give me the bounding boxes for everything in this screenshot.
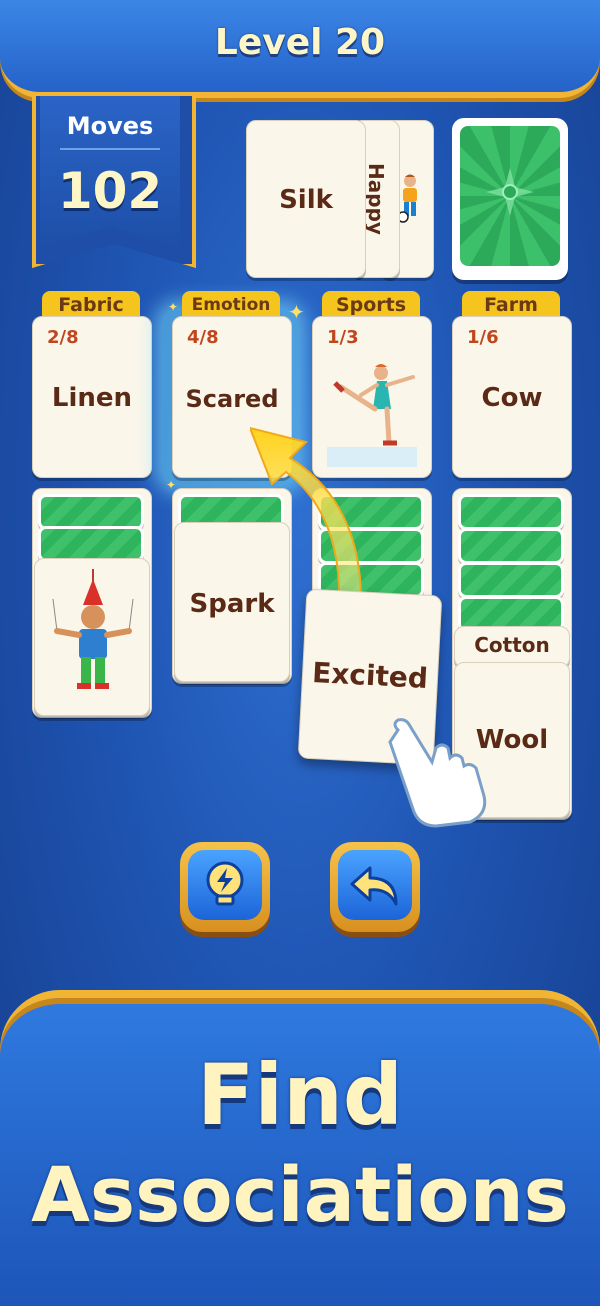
tableau-word: Cotton: [474, 633, 550, 657]
moves-counter: 102: [57, 162, 163, 220]
dragged-card-word: Excited: [311, 655, 429, 696]
sparkle-icon: ✦: [168, 300, 179, 314]
promo-banner: [0, 990, 600, 1306]
hint-bulb-icon: [206, 861, 244, 906]
category-tab-farm: Farm: [462, 291, 560, 317]
undo-button[interactable]: [330, 842, 420, 932]
card-back: [38, 526, 144, 562]
tableau-card-puppet[interactable]: [34, 558, 150, 716]
foundation-count: 4/8: [187, 327, 219, 348]
moves-label: Moves: [66, 112, 154, 140]
foundation-count: 2/8: [47, 327, 79, 348]
waste-top-word: Silk: [279, 185, 333, 215]
card-back: [458, 528, 564, 564]
compass-icon: [486, 168, 534, 216]
hand-pointer-icon: [388, 718, 487, 828]
card-back: [458, 494, 564, 530]
waste-card-rotated-word: Happy: [364, 163, 388, 235]
foundation-word: Linen: [51, 383, 133, 413]
category-tab-sports: Sports: [322, 291, 420, 317]
foundation-word: Cow: [481, 383, 543, 413]
card-back: [38, 494, 144, 530]
foundation-fabric[interactable]: 2/8 Linen: [32, 316, 152, 478]
foundation-count: 1/6: [467, 327, 499, 348]
waste-card-top[interactable]: Silk: [246, 120, 366, 278]
foundation-count: 1/3: [327, 327, 359, 348]
undo-button-face: [338, 850, 412, 920]
category-tab-fabric: Fabric: [42, 291, 140, 317]
moves-divider: [60, 148, 160, 150]
hint-button-face: [188, 850, 262, 920]
card-back: [458, 562, 564, 598]
sparkle-icon: ✦: [288, 300, 305, 324]
undo-arrow-icon: [350, 866, 398, 906]
puppet-icon: [52, 569, 134, 689]
foundation-farm[interactable]: 1/6 Cow: [452, 316, 572, 478]
hint-button[interactable]: [180, 842, 270, 932]
category-tab-emotion: Emotion: [182, 291, 280, 317]
slogan-line-1: Find: [196, 1046, 404, 1144]
level-title: Level 20: [214, 22, 386, 63]
slogan-line-2: Associations: [31, 1150, 569, 1239]
